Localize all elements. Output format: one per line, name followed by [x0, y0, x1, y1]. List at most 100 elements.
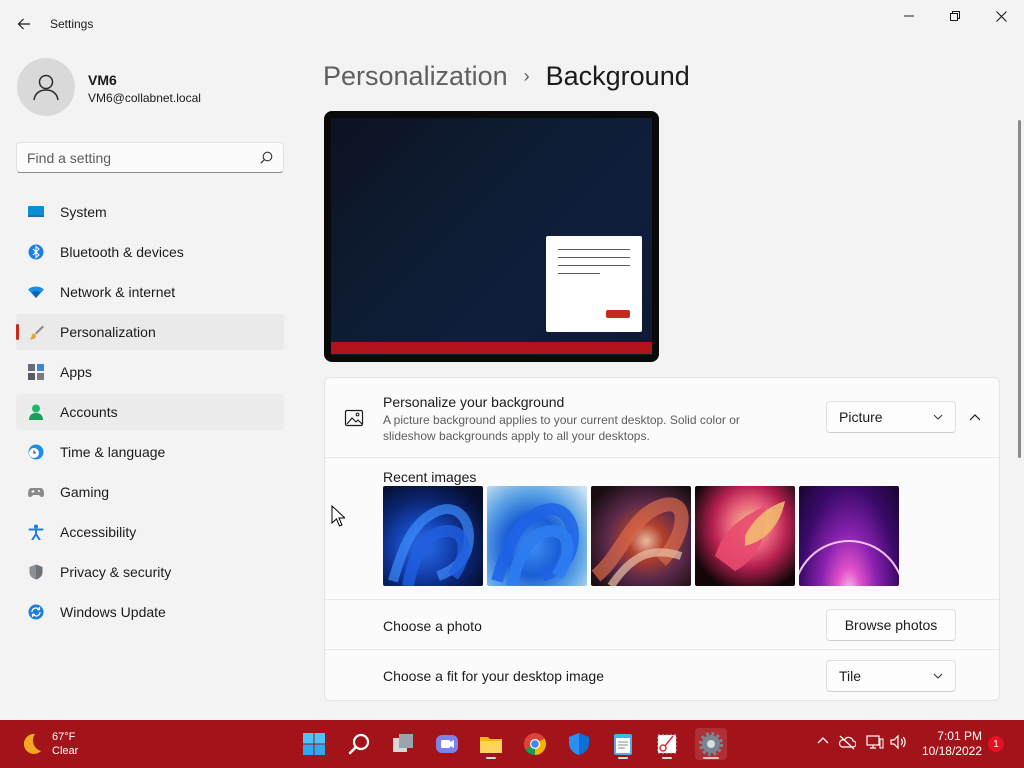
sidebar-item-label: Gaming	[60, 484, 110, 500]
sidebar-item-label: System	[60, 204, 107, 220]
personalize-background-row[interactable]: Personalize your background A picture ba…	[325, 378, 999, 458]
sidebar-item-accounts[interactable]: Accounts	[16, 394, 284, 430]
teams-chat-button[interactable]	[431, 728, 463, 760]
chrome-button[interactable]	[519, 728, 551, 760]
volume-icon[interactable]	[890, 734, 908, 750]
settings-button[interactable]	[695, 728, 727, 760]
chevron-up-icon	[969, 414, 981, 421]
running-indicator	[662, 757, 672, 759]
sidebar-item-label: Time & language	[60, 444, 166, 460]
fit-row: Choose a fit for your desktop image Tile	[325, 650, 999, 700]
settings-icon	[699, 732, 723, 756]
recent-image-4[interactable]	[695, 486, 795, 586]
preview-text-line	[558, 249, 630, 250]
snipping-tool-button[interactable]	[651, 728, 683, 760]
personalize-background-description: A picture background applies to your cur…	[383, 413, 740, 443]
sidebar-item-windows-update[interactable]: Windows Update	[16, 594, 284, 630]
accessibility-icon	[28, 524, 44, 540]
sidebar-item-system[interactable]: System	[16, 194, 284, 230]
taskbar: 67°F Clear 7:01 PM 10/18/2022	[0, 720, 1024, 768]
taskbar-search-button[interactable]	[343, 728, 375, 760]
security-button[interactable]	[563, 728, 595, 760]
recent-image-3[interactable]	[591, 486, 691, 586]
scrollbar[interactable]	[1018, 120, 1021, 458]
sidebar-item-label: Apps	[60, 364, 92, 380]
chevron-down-icon	[933, 673, 943, 679]
picture-icon	[344, 409, 364, 427]
shield-icon	[29, 564, 43, 580]
onedrive-icon[interactable]	[838, 734, 856, 750]
chevron-up-icon[interactable]	[816, 734, 830, 748]
brush-icon	[29, 325, 44, 340]
search-input[interactable]	[27, 149, 247, 167]
personalize-background-title: Personalize your background	[383, 394, 565, 410]
close-button[interactable]	[978, 4, 1024, 28]
title-bar: Settings	[0, 0, 1024, 48]
breadcrumb: Personalization › Background	[323, 58, 690, 94]
collapse-button[interactable]	[961, 404, 989, 432]
recent-image-1[interactable]	[383, 486, 483, 586]
fit-value: Tile	[839, 668, 862, 684]
file-explorer-icon	[480, 737, 502, 753]
moon-icon	[23, 733, 41, 754]
preview-text-line	[558, 273, 600, 274]
background-type-value: Picture	[839, 409, 883, 425]
recent-images-label: Recent images	[383, 469, 477, 485]
background-type-dropdown[interactable]: Picture	[826, 401, 956, 433]
sidebar-item-gaming[interactable]: Gaming	[16, 474, 284, 510]
back-button[interactable]	[10, 10, 38, 38]
sidebar-item-network[interactable]: Network & internet	[16, 274, 284, 310]
notepad-button[interactable]	[607, 728, 639, 760]
system-icon	[28, 206, 44, 217]
user-email: VM6@collabnet.local	[88, 91, 201, 105]
gamepad-icon	[28, 488, 44, 497]
weather-temp: 67°F	[52, 731, 76, 743]
search-icon	[348, 733, 370, 755]
mouse-cursor-icon	[331, 505, 345, 527]
notification-badge[interactable]: 1	[988, 736, 1004, 752]
browse-photos-button[interactable]: Browse photos	[826, 609, 956, 641]
sidebar-item-apps[interactable]: Apps	[16, 354, 284, 390]
sidebar-item-time-language[interactable]: Time & language	[16, 434, 284, 470]
recent-image-2[interactable]	[487, 486, 587, 586]
task-view-button[interactable]	[387, 728, 419, 760]
sidebar-item-bluetooth[interactable]: Bluetooth & devices	[16, 234, 284, 270]
clock-time: 7:01 PM	[937, 729, 982, 743]
bluetooth-icon	[28, 244, 44, 260]
search-box[interactable]	[16, 142, 284, 173]
preview-text-line	[558, 257, 630, 258]
running-indicator	[618, 757, 628, 759]
sidebar-item-label: Personalization	[60, 324, 156, 340]
restore-button[interactable]	[932, 4, 978, 28]
breadcrumb-separator: ›	[523, 65, 530, 86]
clock[interactable]: 7:01 PM 10/18/2022	[920, 729, 982, 759]
file-explorer-button[interactable]	[475, 728, 507, 760]
recent-image-5[interactable]	[799, 486, 899, 586]
weather-condition: Clear	[52, 745, 79, 757]
search-icon[interactable]	[260, 151, 273, 169]
defender-icon	[569, 733, 589, 755]
fit-dropdown[interactable]: Tile	[826, 660, 956, 692]
back-arrow-icon	[17, 18, 30, 30]
sidebar-item-privacy[interactable]: Privacy & security	[16, 554, 284, 590]
teams-chat-icon	[436, 735, 458, 753]
start-button[interactable]	[298, 728, 330, 760]
restore-icon	[950, 11, 960, 21]
running-indicator	[703, 757, 719, 759]
sidebar-item-accessibility[interactable]: Accessibility	[16, 514, 284, 550]
network-icon[interactable]	[866, 734, 884, 750]
chevron-down-icon	[933, 414, 943, 420]
minimize-button[interactable]	[886, 4, 932, 28]
update-icon	[28, 604, 44, 620]
sidebar-item-label: Accessibility	[60, 524, 137, 540]
sidebar-item-personalization[interactable]: Personalization	[16, 314, 284, 350]
globe-clock-icon	[28, 444, 44, 460]
user-name: VM6	[88, 72, 117, 88]
weather-widget[interactable]: 67°F Clear	[18, 730, 78, 758]
snipping-tool-icon	[657, 734, 677, 754]
avatar[interactable]	[17, 58, 75, 116]
breadcrumb-parent[interactable]: Personalization	[323, 61, 508, 92]
preview-text-line	[558, 265, 630, 266]
running-indicator	[486, 757, 496, 759]
desktop-preview	[324, 111, 659, 362]
